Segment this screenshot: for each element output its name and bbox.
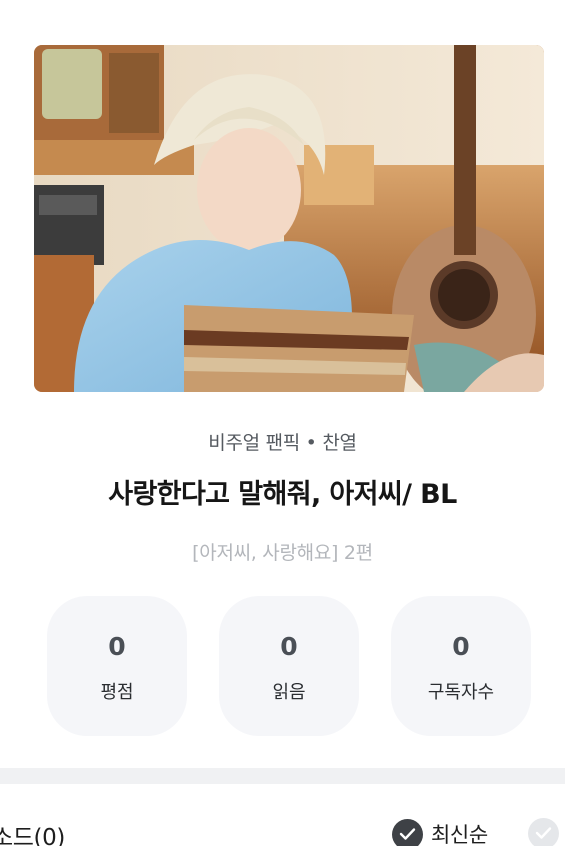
novel-subtitle: [아저씨, 사랑해요] 2편	[192, 542, 373, 564]
stat-reads-value: 0	[280, 632, 298, 661]
stat-rating-value: 0	[108, 632, 126, 661]
stats-row: 0 평점 0 읽음 0 구독자수	[47, 596, 531, 736]
stat-reads-label: 읽음	[272, 682, 306, 703]
novel-detail-page: 비주얼 팬픽 • 찬열 사랑한다고 말해줘, 아저씨/ BL [아저씨, 사랑해…	[0, 0, 565, 846]
stat-subscribers-value: 0	[452, 632, 470, 661]
episodes-count-label: 소드(0)	[0, 825, 65, 846]
stat-subscribers: 0 구독자수	[391, 596, 531, 736]
stat-rating: 0 평점	[47, 596, 187, 736]
section-divider	[0, 768, 565, 784]
sort-latest-button[interactable]: 최신순	[392, 818, 488, 846]
check-circle-icon	[392, 818, 423, 846]
sort-latest-label: 최신순	[431, 823, 488, 846]
stat-reads: 0 읽음	[219, 596, 359, 736]
cover-image	[34, 45, 544, 392]
check-circle-icon	[528, 818, 559, 846]
cover-illustration	[34, 45, 544, 392]
novel-title: 사랑한다고 말해줘, 아저씨/ BL	[108, 479, 457, 510]
stat-rating-label: 평점	[100, 682, 134, 703]
novel-category: 비주얼 팬픽 • 찬열	[208, 432, 357, 454]
stat-subscribers-label: 구독자수	[427, 682, 495, 703]
sort-oldest-button[interactable]	[528, 818, 559, 846]
